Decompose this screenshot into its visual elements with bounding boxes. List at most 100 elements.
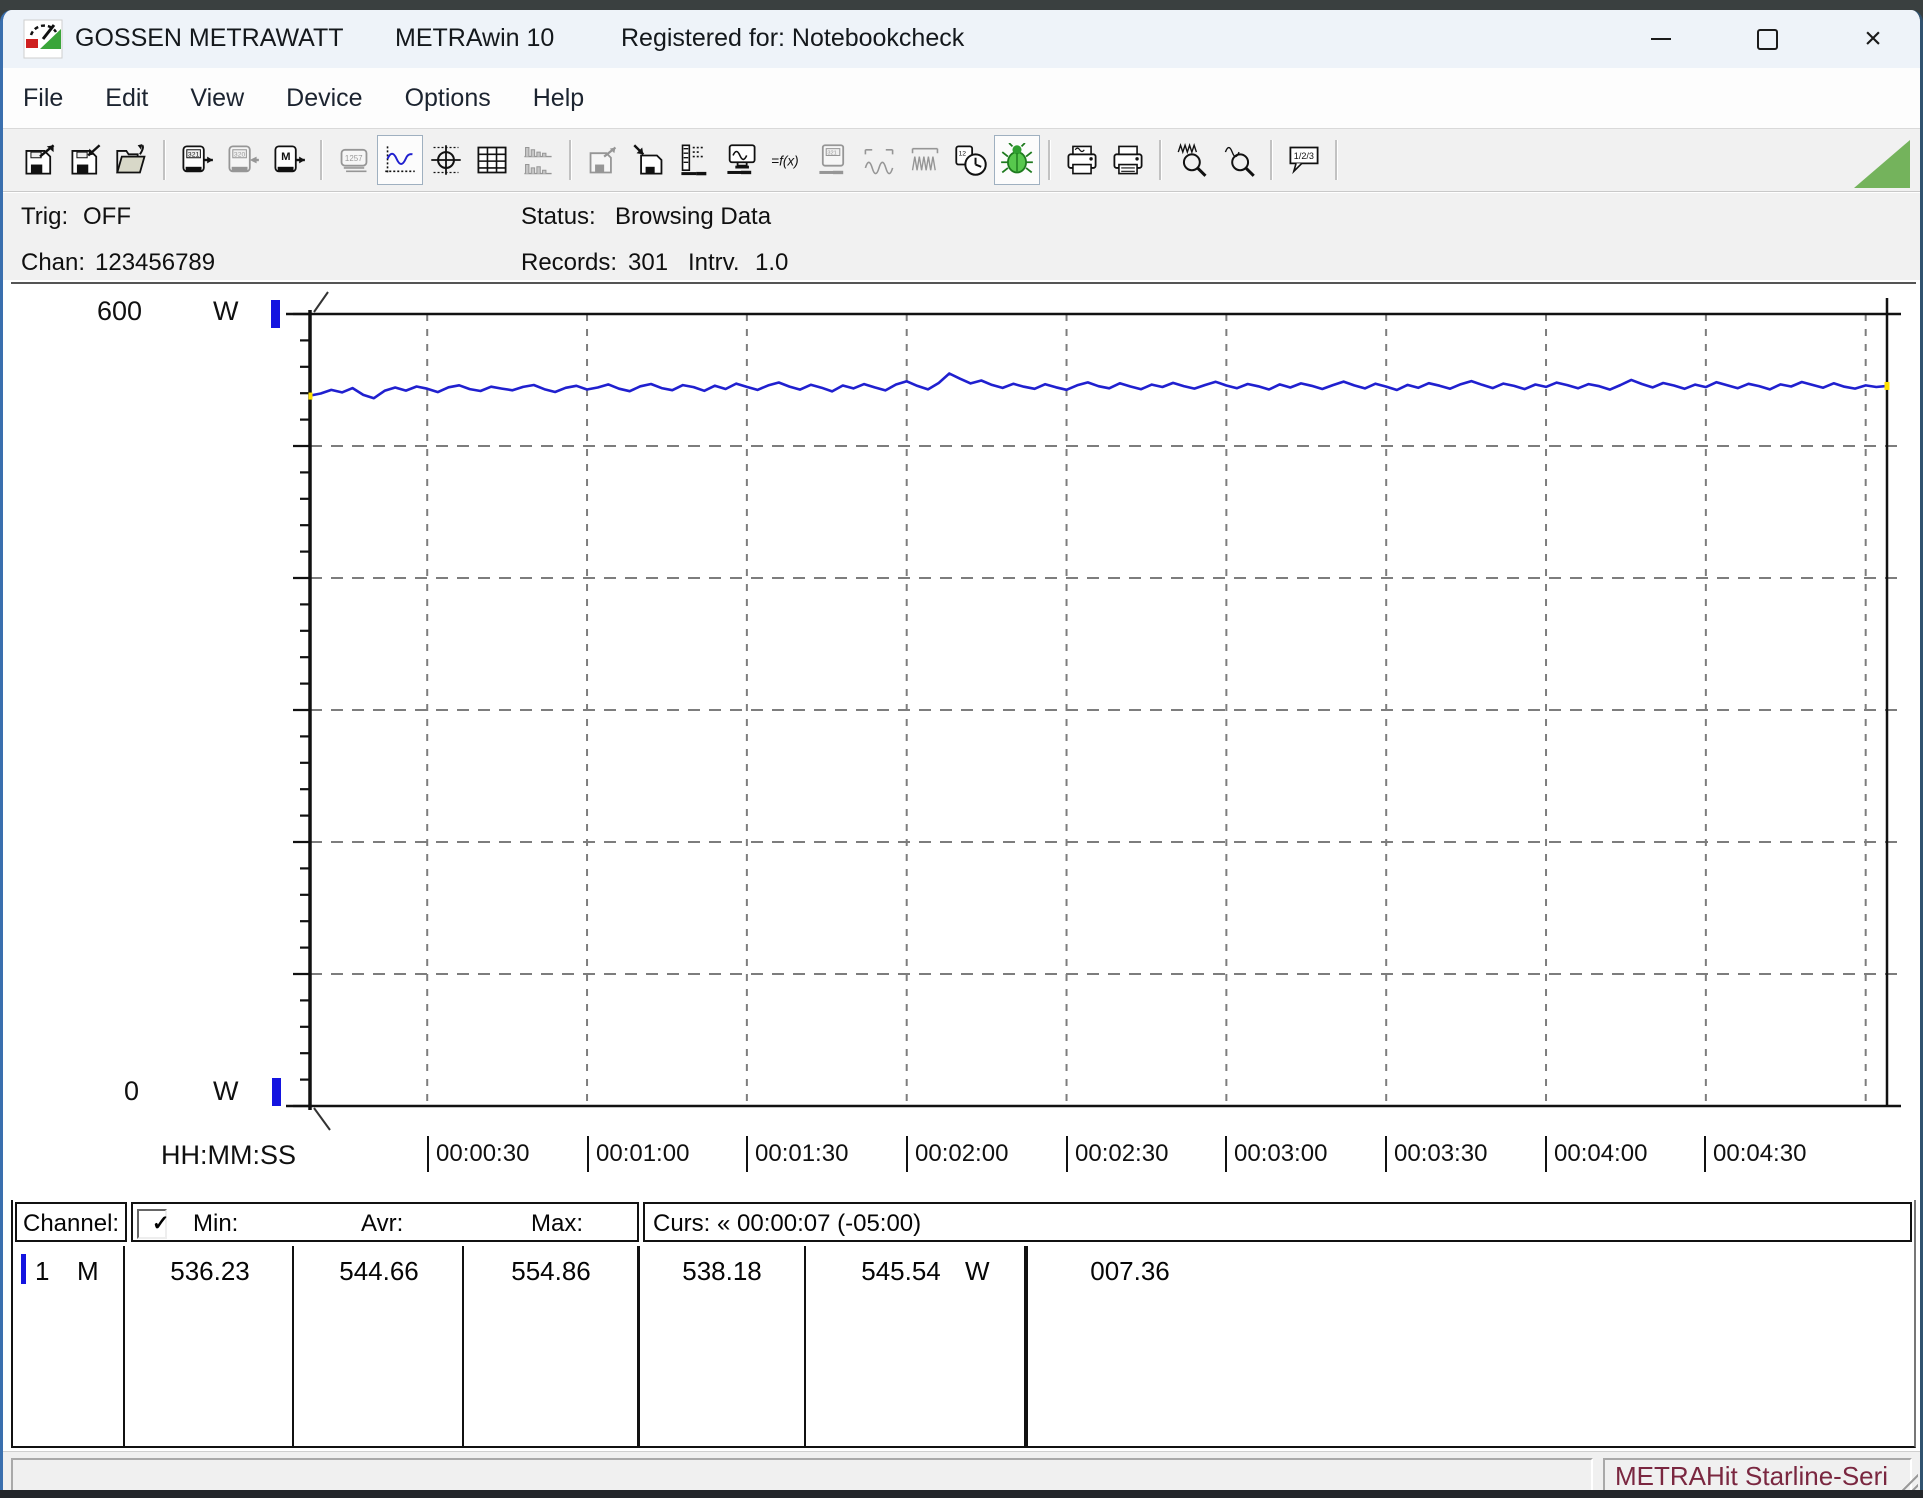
channel-color-marker bbox=[21, 1254, 26, 1284]
wave-burst-button bbox=[902, 135, 948, 185]
device-panel: METRAHit Starline-Seri bbox=[1603, 1458, 1912, 1490]
close-button[interactable]: × bbox=[1844, 16, 1902, 62]
yt-plot[interactable] bbox=[11, 284, 1916, 1202]
x-tick-label: 00:00:30 bbox=[436, 1140, 529, 1168]
header-min: Min: bbox=[193, 1210, 238, 1238]
toolbar-separator bbox=[1270, 140, 1273, 180]
menu-file[interactable]: File bbox=[23, 84, 63, 113]
header-max: Max: bbox=[531, 1210, 583, 1238]
bug-icon bbox=[1000, 143, 1034, 177]
checkmark-icon: ✓ bbox=[152, 1211, 170, 1236]
screen-edge bbox=[0, 1490, 1923, 1498]
chart-yt-icon bbox=[383, 143, 417, 177]
read-from-device-icon: 321 bbox=[180, 143, 214, 177]
x-tick-mark bbox=[1385, 1136, 1387, 1172]
menu-view[interactable]: View bbox=[190, 84, 244, 113]
toolbar: 321 320 M 1257 bbox=[3, 128, 1920, 192]
x-tick-mark bbox=[1066, 1136, 1068, 1172]
menu-device[interactable]: Device bbox=[286, 84, 362, 113]
menu-edit[interactable]: Edit bbox=[105, 84, 148, 113]
channel-setup-icon bbox=[678, 143, 712, 177]
x-tick-label: 00:02:30 bbox=[1075, 1140, 1168, 1168]
chart-panel[interactable]: 600 W 0 W HH:MM:SS 00:00:30 00:01:00 00:… bbox=[11, 282, 1916, 1202]
x-tick-label: 00:04:30 bbox=[1713, 1140, 1806, 1168]
histogram-view-button bbox=[515, 135, 561, 185]
x-tick-mark bbox=[427, 1136, 429, 1172]
open-file-icon bbox=[115, 143, 149, 177]
formula-button[interactable]: =f(x) bbox=[764, 135, 810, 185]
chart-xy-view-button[interactable] bbox=[423, 135, 469, 185]
schedule-recording-button[interactable]: 12 bbox=[948, 135, 994, 185]
channel-visible-checkbox[interactable]: ✓ bbox=[137, 1209, 167, 1239]
wave-compare-button bbox=[856, 135, 902, 185]
desktop: GOSSEN METRAWATT METRAwin 10 Registered … bbox=[0, 0, 1923, 1498]
x-tick: 00:03:00 bbox=[1225, 1136, 1327, 1176]
print-icon bbox=[1111, 143, 1145, 177]
chart-yt-view-button[interactable] bbox=[377, 135, 423, 185]
send-to-device-button: 320 bbox=[220, 135, 266, 185]
save-as-button[interactable] bbox=[17, 135, 63, 185]
menu-help[interactable]: Help bbox=[533, 84, 584, 113]
numeric-display-icon: 1257 bbox=[337, 143, 371, 177]
avr-value: 544.66 bbox=[339, 1256, 419, 1287]
wave-compare-icon bbox=[862, 143, 896, 177]
svg-text:320: 320 bbox=[234, 152, 246, 159]
header-channel-box: Channel: bbox=[15, 1202, 127, 1242]
table-view-button[interactable] bbox=[469, 135, 515, 185]
export-data-icon bbox=[586, 143, 620, 177]
wave-burst-icon bbox=[908, 143, 942, 177]
x-tick: 00:00:30 bbox=[427, 1136, 529, 1176]
cursor-delta-value: 007.36 bbox=[1090, 1256, 1170, 1287]
records-label: Records: bbox=[521, 249, 617, 277]
channel-number: 1 bbox=[35, 1256, 49, 1287]
annotation-button[interactable]: 1/2/3 bbox=[1281, 135, 1327, 185]
menu-bar: File Edit View Device Options Help bbox=[3, 68, 1920, 128]
debug-logger-button[interactable] bbox=[994, 135, 1040, 185]
minimize-button[interactable] bbox=[1632, 16, 1690, 62]
live-monitor-icon bbox=[724, 143, 758, 177]
header-avr: Avr: bbox=[361, 1210, 403, 1238]
channel-mode: M bbox=[77, 1256, 99, 1287]
open-file-button[interactable] bbox=[109, 135, 155, 185]
header-cursor: Curs: « 00:00:07 (-05:00) bbox=[653, 1210, 921, 1238]
print-preview-button[interactable] bbox=[1059, 135, 1105, 185]
column-divider bbox=[804, 1246, 806, 1446]
zoom-out-wave-button[interactable] bbox=[1216, 135, 1262, 185]
save-button[interactable] bbox=[63, 135, 109, 185]
svg-text:1257: 1257 bbox=[345, 154, 363, 163]
x-tick-mark bbox=[746, 1136, 748, 1172]
toolbar-separator bbox=[320, 140, 323, 180]
histogram-view-icon bbox=[521, 143, 555, 177]
maximize-button[interactable] bbox=[1738, 16, 1796, 62]
print-button[interactable] bbox=[1105, 135, 1151, 185]
max-value: 554.86 bbox=[511, 1256, 591, 1287]
status-value: Browsing Data bbox=[615, 203, 771, 231]
numeric-display-button: 1257 bbox=[331, 135, 377, 185]
formula-icon: =f(x) bbox=[770, 143, 804, 177]
channel-setup-button[interactable] bbox=[672, 135, 718, 185]
status-bar: METRAHit Starline-Seri bbox=[3, 1451, 1920, 1490]
metrawin-window: GOSSEN METRAWATT METRAwin 10 Registered … bbox=[0, 10, 1923, 1490]
toolbar-separator bbox=[569, 140, 572, 180]
read-memory-button[interactable]: M bbox=[266, 135, 312, 185]
read-from-device-button[interactable]: 321 bbox=[174, 135, 220, 185]
x-tick: 00:01:00 bbox=[587, 1136, 689, 1176]
zoom-in-icon bbox=[1176, 143, 1210, 177]
send-to-device-icon: 320 bbox=[226, 143, 260, 177]
x-tick-label: 00:03:30 bbox=[1394, 1140, 1487, 1168]
menu-options[interactable]: Options bbox=[405, 84, 491, 113]
titlebar-app-name: METRAwin 10 bbox=[395, 24, 554, 53]
corner-triangle-icon bbox=[1854, 140, 1910, 188]
device-setup-icon: 321 bbox=[816, 143, 850, 177]
device-setup-button: 321 bbox=[810, 135, 856, 185]
titlebar-registered: Registered for: Notebookcheck bbox=[621, 24, 964, 53]
x-tick-mark bbox=[906, 1136, 908, 1172]
svg-text:M: M bbox=[281, 151, 290, 163]
live-monitor-setup-button[interactable] bbox=[718, 135, 764, 185]
records-value: 301 bbox=[628, 249, 668, 277]
import-data-button[interactable] bbox=[626, 135, 672, 185]
read-memory-icon: M bbox=[272, 143, 306, 177]
status-label: Status: bbox=[521, 203, 596, 231]
min-value: 536.23 bbox=[170, 1256, 250, 1287]
zoom-in-wave-button[interactable] bbox=[1170, 135, 1216, 185]
